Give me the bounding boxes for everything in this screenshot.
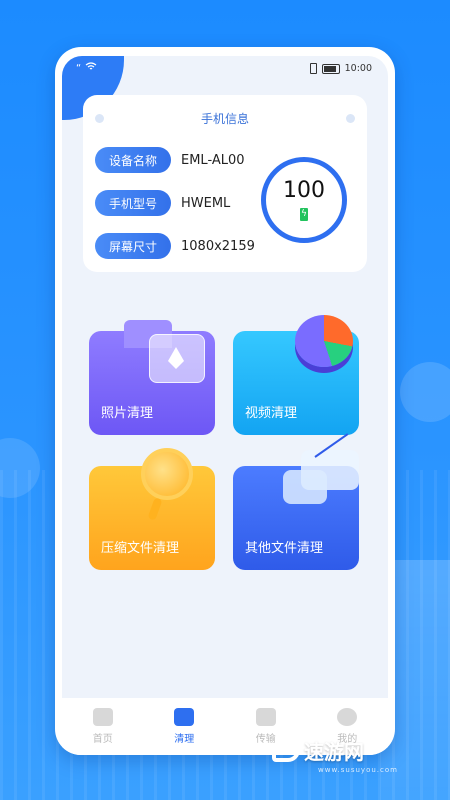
- broom-icon: [174, 708, 195, 726]
- zip-clean-tile[interactable]: 压缩文件清理: [89, 448, 215, 570]
- info-row-device-name: 设备名称 EML-AL00: [95, 147, 245, 173]
- folder-icon: [255, 708, 276, 726]
- status-bar-right: 10:00: [309, 63, 372, 74]
- chat-bubble-icon: [283, 470, 327, 504]
- tile-label: 视频清理: [245, 406, 298, 421]
- other-clean-tile[interactable]: 其他文件清理: [233, 433, 359, 570]
- photo-clean-tile[interactable]: 照片清理: [89, 320, 215, 435]
- vibrate-icon: [309, 63, 317, 74]
- info-label: 手机型号: [95, 190, 171, 216]
- status-bar-left: “: [76, 62, 97, 74]
- phone-frame: “ 10:00 手机信息 设备名称 EML-AL00 手机型号 HWEML 屏幕: [55, 47, 395, 755]
- magnifier-icon: [147, 497, 163, 521]
- info-value: EML-AL00: [181, 152, 245, 168]
- phone-info-card: 手机信息 设备名称 EML-AL00 手机型号 HWEML 屏幕尺寸 1080x…: [83, 95, 367, 272]
- battery-icon: [321, 63, 340, 74]
- info-value: HWEML: [181, 195, 231, 211]
- watermark-subtext: www.susuyou.com: [318, 766, 398, 774]
- tab-home[interactable]: 首页: [73, 708, 133, 745]
- watermark-logo-icon: [272, 739, 300, 762]
- pie-chart-icon: [295, 315, 353, 367]
- tab-label: 首页: [92, 734, 113, 745]
- info-row-screen-size: 屏幕尺寸 1080x2159: [95, 233, 255, 259]
- app-screen: “ 10:00 手机信息 设备名称 EML-AL00 手机型号 HWEML 屏幕: [62, 56, 388, 755]
- battery-level: 100: [283, 177, 325, 203]
- tile-label: 压缩文件清理: [101, 541, 180, 556]
- status-time: 10:00: [344, 63, 372, 74]
- tab-label: 清理: [174, 734, 195, 745]
- profile-icon: [337, 708, 358, 726]
- home-icon: [92, 708, 113, 726]
- crystal-icon: [168, 347, 184, 361]
- video-clean-tile[interactable]: 视频清理: [233, 315, 359, 435]
- info-label: 设备名称: [95, 147, 171, 173]
- signal-icon: “: [76, 62, 82, 74]
- watermark-text: 速游网: [304, 740, 364, 764]
- wifi-icon: [85, 62, 97, 74]
- watermark-logo: 速游网: [272, 736, 364, 765]
- tile-label: 照片清理: [101, 406, 154, 421]
- charging-bolt-icon: ϟ: [300, 207, 308, 221]
- tab-clean[interactable]: 清理: [154, 708, 214, 745]
- info-value: 1080x2159: [181, 238, 255, 254]
- magnifier-icon: [141, 448, 193, 500]
- background-blob: [400, 362, 450, 422]
- tile-label: 其他文件清理: [245, 541, 324, 556]
- card-title: 手机信息: [200, 112, 249, 126]
- battery-ring: 100 ϟ: [261, 157, 347, 243]
- info-label: 屏幕尺寸: [95, 233, 171, 259]
- info-row-model: 手机型号 HWEML: [95, 190, 230, 216]
- crystal-icon: [168, 361, 184, 369]
